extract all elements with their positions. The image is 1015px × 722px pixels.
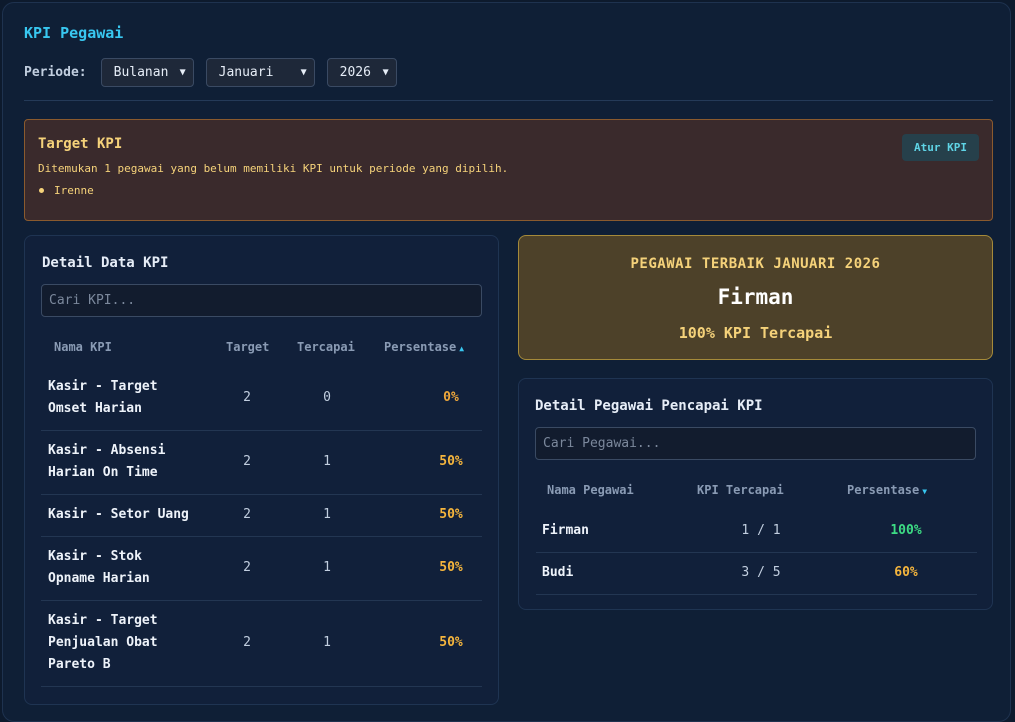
period-label: Periode: [24, 64, 87, 80]
kpi-name-line: Opname Harian [48, 571, 150, 586]
kpi-target: 2 [243, 507, 251, 522]
kpi-percentage: 50% [439, 454, 463, 469]
column-header-kpi-name[interactable]: Nama KPI [54, 340, 112, 354]
employee-name: Budi [542, 565, 574, 580]
chevron-down-icon: ▼ [179, 66, 186, 78]
best-employee-name: Firman [717, 285, 794, 309]
sort-ascending-icon: ▲ [459, 344, 465, 353]
kpi-target: 2 [243, 390, 251, 405]
employee-detail-card: Detail Pegawai Pencapai KPI Cari Pegawai… [518, 378, 993, 610]
divider [24, 100, 993, 101]
kpi-table-row: Kasir - Target Omset Harian 2 0 0% [41, 366, 482, 431]
kpi-name-line: Penjualan Obat [48, 635, 158, 650]
kpi-name-line: Pareto B [48, 657, 111, 672]
kpi-name-line: Kasir - Target [48, 379, 158, 394]
kpi-percentage: 50% [439, 507, 463, 522]
period-filter: Periode: Bulanan ▼ Januari ▼ 2026 ▼ [24, 57, 409, 87]
period-type-select[interactable]: Bulanan ▼ [100, 57, 194, 87]
column-header-percentage-label: Persentase [384, 340, 457, 354]
kpi-percentage: 0% [443, 390, 459, 405]
kpi-achieved: 1 [323, 635, 331, 650]
warning-message: Ditemukan 1 pegawai yang belum memiliki … [38, 162, 509, 175]
employee-detail-title: Detail Pegawai Pencapai KPI [535, 398, 763, 414]
kpi-name-line: Kasir - Setor Uang [48, 507, 189, 522]
employee-percentage: 60% [894, 565, 918, 580]
kpi-achieved: 1 [323, 507, 331, 522]
kpi-percentage: 50% [439, 560, 463, 575]
employee-search-input[interactable]: Cari Pegawai... [535, 427, 976, 460]
column-header-achieved[interactable]: Tercapai [297, 340, 355, 354]
kpi-name-line: Omset Harian [48, 401, 142, 416]
kpi-name-line: Kasir - Absensi [48, 443, 166, 458]
month-select[interactable]: Januari ▼ [205, 57, 315, 87]
column-header-percentage[interactable]: Persentase ▲ [384, 340, 464, 354]
kpi-name: Kasir - Stok Opname Harian [48, 546, 150, 590]
best-employee-card: PEGAWAI TERBAIK JANUARI 2026 Firman 100%… [518, 235, 993, 360]
kpi-achieved: 1 [323, 454, 331, 469]
warning-title: Target KPI [38, 136, 123, 152]
month-value: Januari [218, 64, 274, 80]
employee-kpi-achieved: 3 / 5 [741, 565, 781, 580]
kpi-name-line: Kasir - Target [48, 613, 158, 628]
best-employee-title: PEGAWAI TERBAIK JANUARI 2026 [630, 256, 881, 272]
chevron-down-icon: ▼ [300, 66, 307, 78]
missing-kpi-employee-item: Irenne [38, 184, 94, 197]
kpi-achieved: 1 [323, 560, 331, 575]
kpi-search-input[interactable]: Cari KPI... [41, 284, 482, 317]
kpi-table-row: Kasir - Absensi Harian On Time 2 1 50% [41, 430, 482, 495]
bullet-icon [39, 188, 44, 193]
sort-descending-icon: ▼ [922, 487, 928, 496]
page-title: KPI Pegawai [24, 24, 124, 42]
kpi-target: 2 [243, 560, 251, 575]
kpi-detail-card: Detail Data KPI Cari KPI... Nama KPI Tar… [24, 235, 499, 705]
employee-table-row: Budi 3 / 5 60% [536, 552, 977, 595]
period-type-value: Bulanan [113, 64, 169, 80]
kpi-table-row: Kasir - Setor Uang 2 1 50% [41, 494, 482, 537]
column-header-target[interactable]: Target [226, 340, 269, 354]
kpi-table-row: Kasir - Stok Opname Harian 2 1 50% [41, 536, 482, 601]
kpi-name-line: Kasir - Stok [48, 549, 142, 564]
kpi-percentage: 50% [439, 635, 463, 650]
employee-percentage: 100% [890, 523, 922, 538]
kpi-achieved: 0 [323, 390, 331, 405]
kpi-table-row: Kasir - Target Penjualan Obat Pareto B 2 1 50… [41, 600, 482, 687]
kpi-name: Kasir - Setor Uang [48, 504, 189, 526]
column-header-employee-percentage-label: Persentase [847, 483, 920, 497]
kpi-name-line: Harian On Time [48, 465, 158, 480]
kpi-warning-alert: Target KPI Ditemukan 1 pegawai yang belu… [24, 119, 993, 221]
kpi-detail-title: Detail Data KPI [42, 255, 169, 271]
employee-kpi-achieved: 1 / 1 [741, 523, 781, 538]
employee-table-row: Firman 1 / 1 100% [536, 510, 977, 553]
column-header-employee-name[interactable]: Nama Pegawai [547, 483, 634, 497]
kpi-name: Kasir - Target Omset Harian [48, 376, 158, 420]
set-kpi-button[interactable]: Atur KPI [902, 134, 979, 161]
chevron-down-icon: ▼ [382, 66, 389, 78]
missing-kpi-employee-name: Irenne [54, 184, 94, 197]
column-header-employee-percentage[interactable]: Persentase ▼ [847, 483, 927, 497]
column-header-kpi-achieved[interactable]: KPI Tercapai [697, 483, 784, 497]
kpi-target: 2 [243, 454, 251, 469]
kpi-name: Kasir - Target Penjualan Obat Pareto B [48, 610, 158, 676]
kpi-target: 2 [243, 635, 251, 650]
employee-name: Firman [542, 523, 589, 538]
year-select[interactable]: 2026 ▼ [326, 57, 397, 87]
kpi-name: Kasir - Absensi Harian On Time [48, 440, 165, 484]
best-employee-subtitle: 100% KPI Tercapai [678, 324, 833, 342]
year-value: 2026 [339, 64, 371, 80]
